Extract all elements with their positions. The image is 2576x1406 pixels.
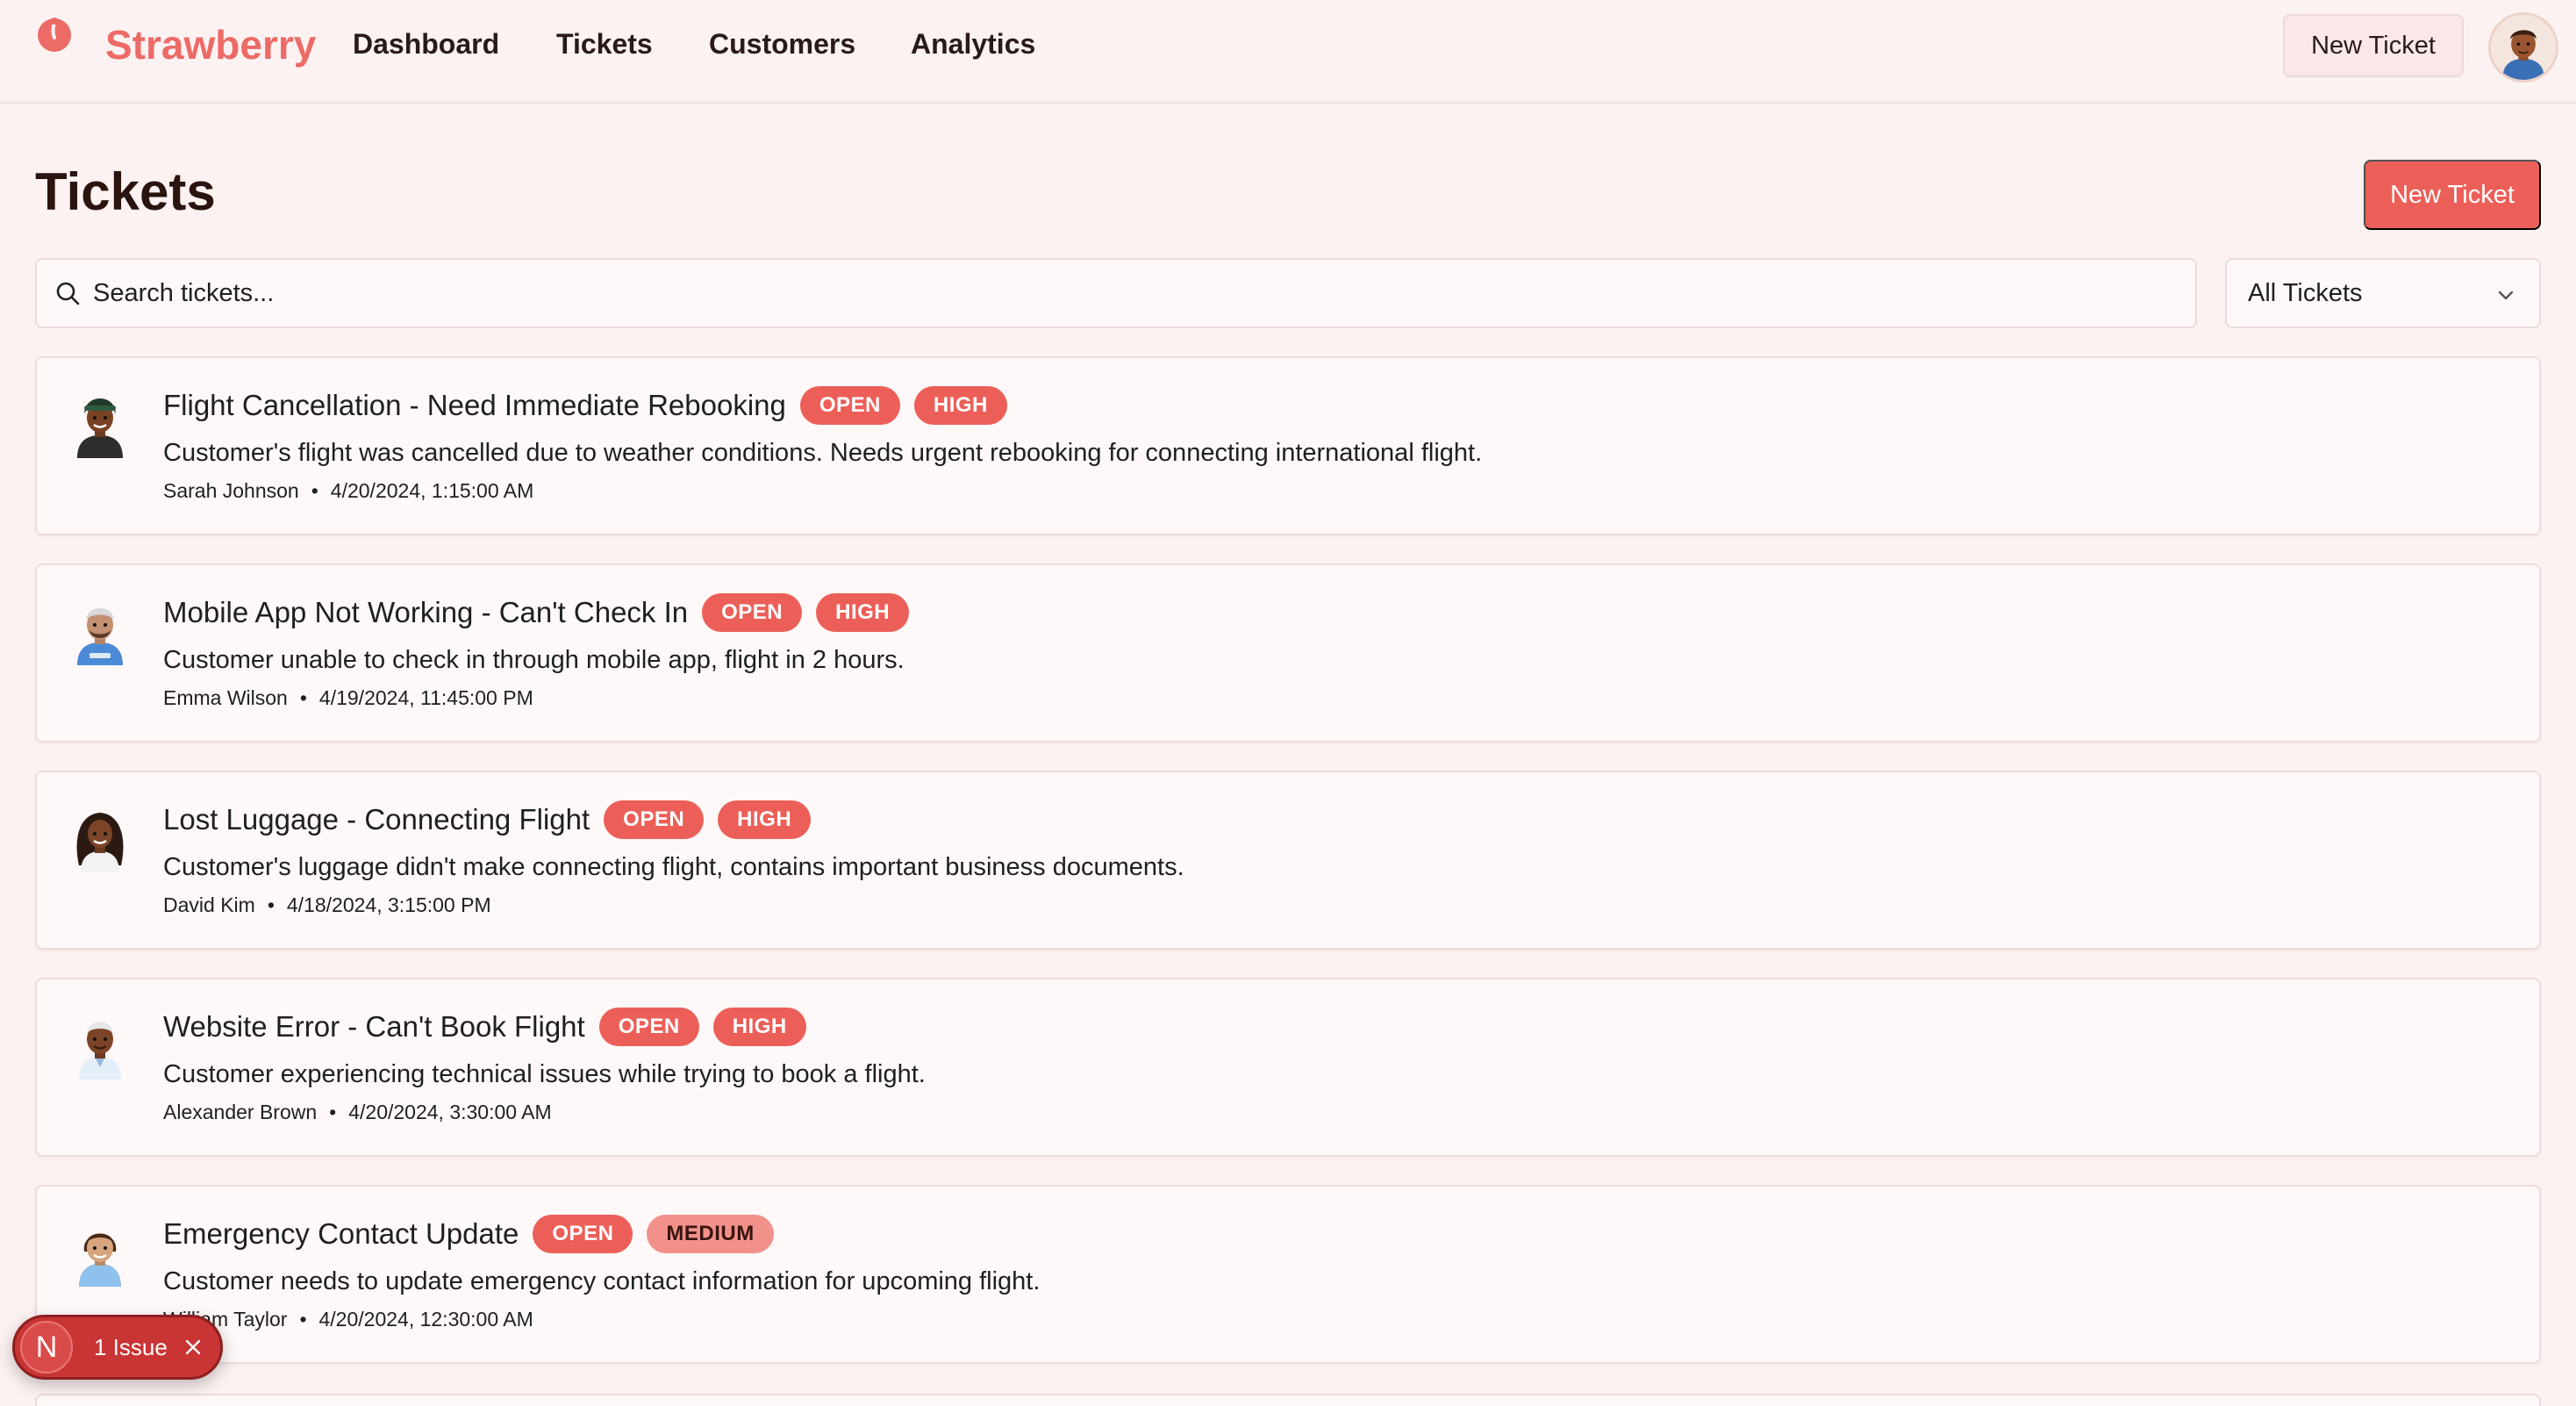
ticket-meta: Emma Wilson • 4/19/2024, 11:45:00 PM [163,686,533,710]
top-navigation: Strawberry Dashboard Tickets Customers A… [0,0,2576,104]
ticket-meta: William Taylor • 4/20/2024, 12:30:00 AM [163,1308,533,1331]
priority-badge: HIGH [816,593,910,632]
ticket-customer: Emma Wilson [163,686,288,709]
ticket-meta: Sarah Johnson • 4/20/2024, 1:15:00 AM [163,479,533,503]
ticket-header: Flight Cancellation - Need Immediate Reb… [163,386,1021,425]
meta-separator: • [329,1101,337,1123]
nav-analytics[interactable]: Analytics [911,28,1035,61]
customer-avatar [77,608,123,665]
ticket-card[interactable]: Website Error - Can't Book Flight OPEN H… [35,978,2541,1157]
status-badge: OPEN [598,1008,699,1046]
ticket-meta: David Kim • 4/18/2024, 3:15:00 PM [163,893,491,917]
customer-avatar [79,1022,121,1080]
customer-avatar [77,398,123,458]
user-avatar[interactable] [2488,12,2558,82]
ticket-header: Emergency Contact Update OPEN MEDIUM [163,1215,788,1253]
strawberry-logo-icon[interactable] [35,14,74,53]
ticket-title[interactable]: Emergency Contact Update [163,1217,519,1251]
meta-separator: • [299,1308,307,1331]
nav-customers[interactable]: Customers [709,28,855,61]
ticket-card[interactable]: Flight Cancellation - Need Immediate Reb… [35,356,2541,535]
customer-avatar [79,1233,121,1287]
ticket-filter-select[interactable]: All Tickets [2225,258,2541,328]
chevron-down-icon [2498,291,2514,300]
ticket-description: Customer unable to check in through mobi… [163,646,905,674]
meta-separator: • [311,479,318,502]
new-ticket-button[interactable]: New Ticket [2364,160,2541,230]
ticket-datetime: 4/20/2024, 3:30:00 AM [348,1101,552,1123]
ticket-card[interactable]: Emergency Contact Update OPEN MEDIUM Cus… [35,1185,2541,1364]
priority-badge: MEDIUM [647,1215,774,1253]
page-title: Tickets [35,162,216,221]
search-box[interactable] [35,258,2197,328]
status-badge: OPEN [533,1215,633,1253]
ticket-title[interactable]: Flight Cancellation - Need Immediate Reb… [163,389,786,422]
ticket-datetime: 4/19/2024, 11:45:00 PM [318,686,533,709]
priority-badge: HIGH [718,800,812,839]
next-logo-icon[interactable]: N [20,1321,73,1374]
filter-selected-value: All Tickets [2248,278,2363,307]
brand-name[interactable]: Strawberry [105,21,316,68]
ticket-title[interactable]: Website Error - Can't Book Flight [163,1010,585,1044]
meta-separator: • [299,686,307,709]
issue-count-label[interactable]: 1 Issue [94,1334,168,1361]
nav-dashboard[interactable]: Dashboard [353,28,499,61]
priority-badge: HIGH [913,386,1007,425]
nav-tickets[interactable]: Tickets [556,28,653,61]
priority-badge: HIGH [712,1008,806,1046]
search-input[interactable] [93,278,2111,308]
ticket-description: Customer needs to update emergency conta… [163,1267,1041,1295]
status-badge: OPEN [604,800,705,839]
ticket-header: Lost Luggage - Connecting Flight OPEN HI… [163,800,825,839]
meta-separator: • [267,893,275,916]
ticket-datetime: 4/18/2024, 3:15:00 PM [286,893,491,916]
search-icon [56,282,80,305]
ticket-customer: David Kim [163,893,255,916]
ticket-description: Customer's luggage didn't make connectin… [163,853,1184,881]
ticket-description: Customer's flight was cancelled due to w… [163,439,1483,467]
close-icon[interactable] [183,1338,203,1357]
ticket-title[interactable]: Mobile App Not Working - Can't Check In [163,596,688,629]
ticket-card-partial[interactable] [35,1394,2541,1406]
ticket-title[interactable]: Lost Luggage - Connecting Flight [163,803,590,836]
ticket-datetime: 4/20/2024, 1:15:00 AM [330,479,534,502]
ticket-card[interactable]: Lost Luggage - Connecting Flight OPEN HI… [35,771,2541,950]
ticket-description: Customer experiencing technical issues w… [163,1060,926,1088]
status-badge: OPEN [702,593,803,632]
ticket-header: Website Error - Can't Book Flight OPEN H… [163,1008,820,1046]
customer-avatar [76,813,124,872]
ticket-meta: Alexander Brown • 4/20/2024, 3:30:00 AM [163,1101,552,1124]
issue-toast[interactable]: N 1 Issue [12,1315,223,1380]
ticket-datetime: 4/20/2024, 12:30:00 AM [318,1308,533,1331]
status-badge: OPEN [799,386,900,425]
ticket-card[interactable]: Mobile App Not Working - Can't Check In … [35,563,2541,742]
header-new-ticket-button[interactable]: New Ticket [2283,14,2464,77]
ticket-customer: Sarah Johnson [163,479,299,502]
ticket-header: Mobile App Not Working - Can't Check In … [163,593,923,632]
ticket-customer: Alexander Brown [163,1101,318,1123]
